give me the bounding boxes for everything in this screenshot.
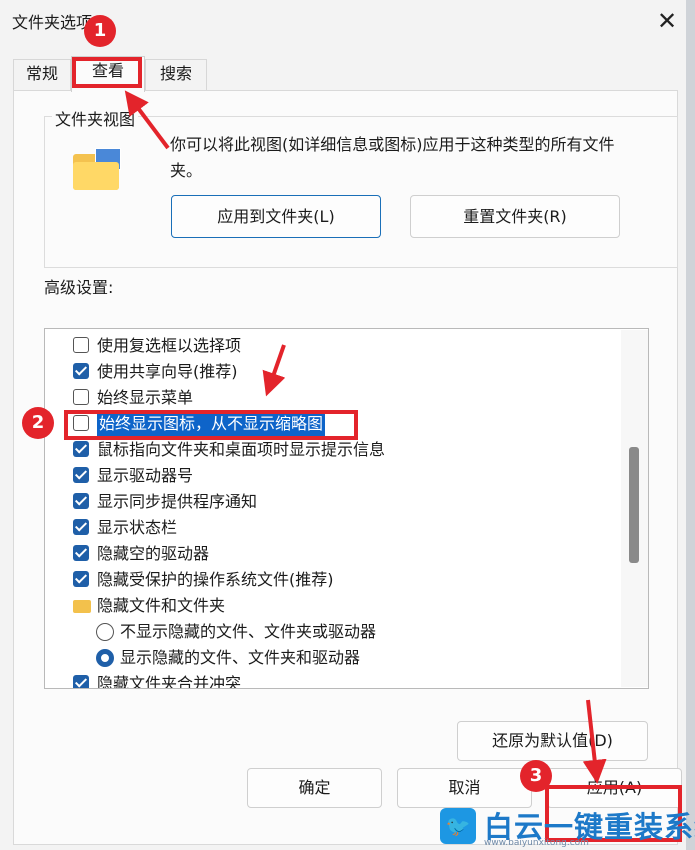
checkbox[interactable]	[73, 441, 89, 457]
scrollbar-thumb[interactable]	[629, 447, 639, 563]
checkbox[interactable]	[73, 519, 89, 535]
close-button[interactable]: ✕	[652, 6, 682, 36]
apply-to-folders-button[interactable]: 应用到文件夹(L)	[171, 195, 381, 238]
checkbox[interactable]	[73, 363, 89, 379]
advanced-settings-label: 高级设置:	[44, 278, 114, 297]
desktop-edge	[686, 0, 695, 850]
annotation-highlight-list-item	[64, 410, 358, 440]
folder-view-description: 你可以将此视图(如详细信息或图标)应用于这种类型的所有文件夹。	[170, 135, 615, 180]
checkbox[interactable]	[73, 571, 89, 587]
checkbox[interactable]	[73, 493, 89, 509]
tab-general[interactable]: 常规	[13, 59, 71, 90]
folder-icon	[73, 148, 121, 190]
radio-button[interactable]	[96, 623, 114, 641]
folder-view-label: 文件夹视图	[52, 106, 139, 130]
watermark-url: www.baiyunxitong.com	[484, 838, 589, 848]
checkbox[interactable]	[73, 675, 89, 688]
annotation-highlight-view-tab	[72, 57, 142, 88]
step-badge-3: 3	[520, 760, 552, 792]
advanced-settings-list[interactable]: 使用复选框以选择项 使用共享向导(推荐) 始终显示菜单 始终显示图标，从不显示缩…	[44, 328, 649, 689]
checkbox[interactable]	[73, 467, 89, 483]
cancel-button[interactable]: 取消	[397, 768, 532, 808]
step-badge-1: 1	[84, 15, 116, 47]
window-title: 文件夹选项	[12, 13, 93, 32]
checkbox[interactable]	[73, 545, 89, 561]
checkbox[interactable]	[73, 389, 89, 405]
tab-search[interactable]: 搜索	[145, 59, 207, 90]
folder-icon	[73, 600, 91, 613]
twitter-bird-icon: 🐦	[440, 808, 476, 844]
reset-folders-button[interactable]: 重置文件夹(R)	[410, 195, 620, 238]
ok-button[interactable]: 确定	[247, 768, 382, 808]
radio-button[interactable]	[96, 649, 114, 667]
checkbox[interactable]	[73, 337, 89, 353]
restore-defaults-button[interactable]: 还原为默认值(D)	[457, 721, 648, 761]
step-badge-2: 2	[22, 407, 54, 439]
